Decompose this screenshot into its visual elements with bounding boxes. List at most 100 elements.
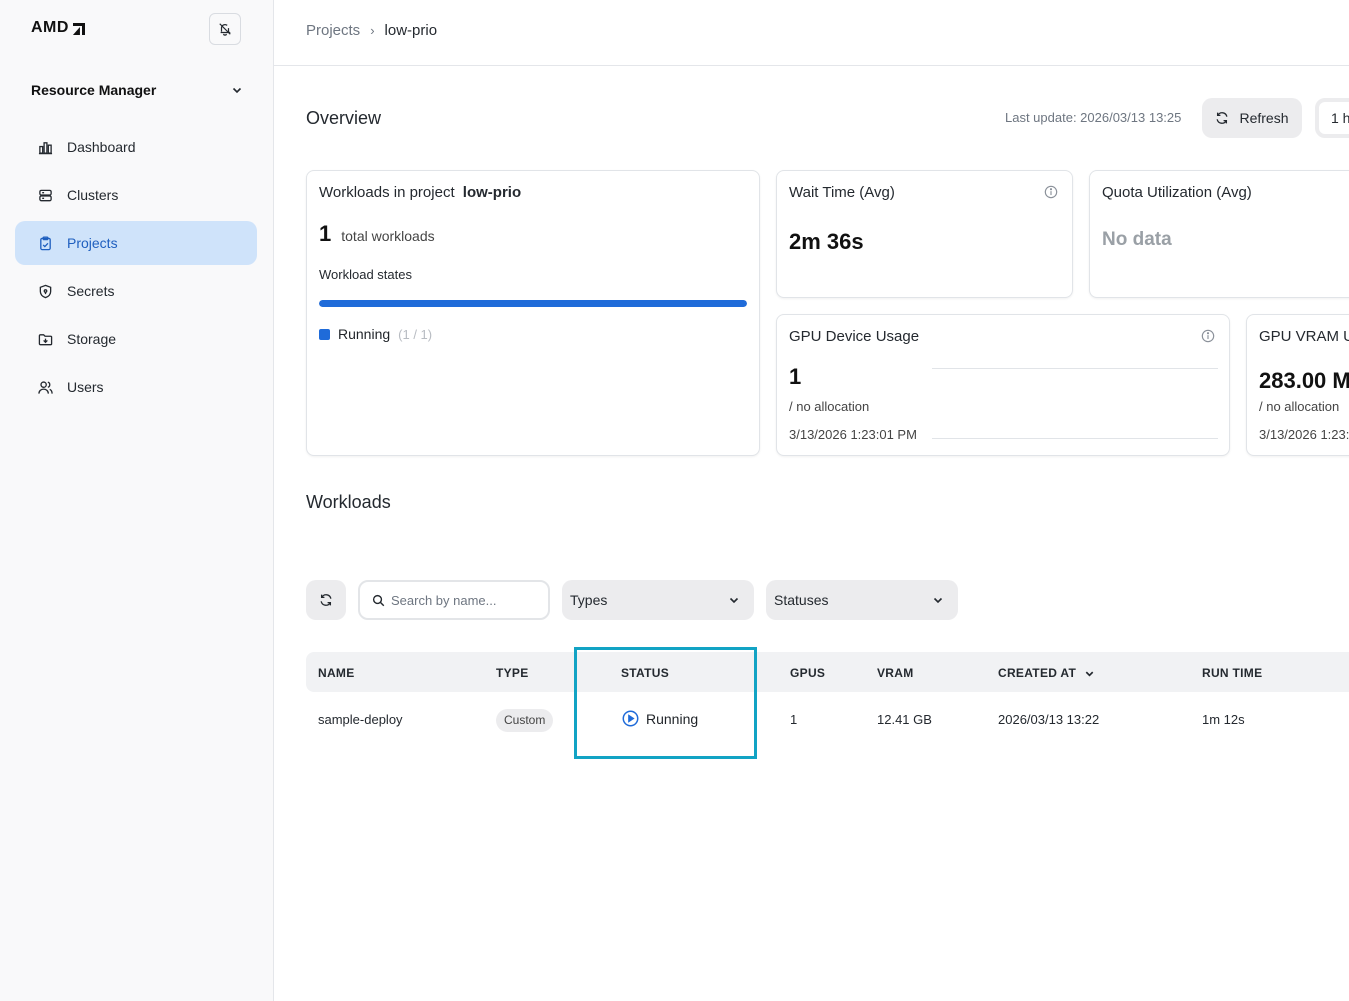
users-icon	[37, 379, 53, 395]
folder-icon	[37, 331, 53, 347]
wait-time-title: Wait Time (Avg)	[789, 184, 895, 201]
sidebar-item-label: Dashboard	[67, 139, 136, 155]
refresh-icon	[1215, 111, 1229, 125]
column-header-type[interactable]: TYPE	[496, 666, 529, 680]
cell-created-at: 2026/03/13 13:22	[998, 712, 1100, 727]
gpu-usage-allocation: / no allocation	[789, 399, 870, 414]
column-header-created-at[interactable]: CREATED AT	[998, 666, 1095, 680]
refresh-button[interactable]: Refresh	[1202, 98, 1302, 138]
resource-manager-title: Resource Manager	[31, 82, 157, 98]
total-workloads: 1 total workloads	[319, 221, 435, 247]
search-icon	[372, 594, 385, 606]
types-select[interactable]: Types	[562, 580, 754, 620]
sidebar-item-label: Users	[67, 379, 104, 395]
types-select-label: Types	[570, 592, 608, 608]
chevron-down-icon	[232, 87, 242, 94]
sidebar: AMD Resource Manager Dashboard Clusters …	[0, 0, 274, 1001]
amd-arrow-icon	[71, 21, 85, 35]
sidebar-item-label: Projects	[67, 235, 118, 251]
resource-manager-toggle[interactable]: Resource Manager	[31, 80, 243, 100]
total-workloads-value: 1	[319, 221, 332, 246]
quota-utilization-card: Quota Utilization (Avg) No data	[1089, 170, 1349, 298]
sort-chevron-down-icon	[1085, 671, 1094, 677]
search-input[interactable]	[391, 592, 541, 608]
gpu-usage-timestamp: 3/13/2026 1:23:01 PM	[789, 427, 917, 442]
sidebar-item-projects[interactable]: Projects	[15, 221, 257, 265]
column-header-gpus[interactable]: GPUS	[790, 666, 825, 680]
status-highlight-box	[574, 647, 757, 759]
refresh-icon	[320, 594, 332, 606]
info-icon[interactable]	[1044, 185, 1058, 202]
gpu-usage-value: 1	[789, 364, 802, 389]
workloads-summary-card: Workloads in project low-prio 1 total wo…	[306, 170, 760, 456]
workloads-card-project-name: low-prio	[462, 184, 522, 201]
refresh-label: Refresh	[1239, 110, 1289, 126]
breadcrumb: Projects › low-prio	[306, 22, 437, 39]
shield-icon	[37, 283, 53, 299]
breadcrumb-current: low-prio	[384, 22, 438, 39]
statuses-select-label: Statuses	[774, 592, 829, 608]
search-field	[358, 580, 550, 620]
column-header-vram[interactable]: VRAM	[877, 666, 914, 680]
chevron-down-icon	[729, 597, 739, 604]
chevron-down-icon	[933, 597, 943, 604]
workloads-card-title: Workloads in project low-prio	[319, 184, 521, 201]
gpu-vram-title: GPU VRAM U	[1259, 328, 1349, 345]
sidebar-nav: Dashboard Clusters Projects Secrets Stor…	[15, 125, 257, 413]
workloads-table-header	[306, 652, 1349, 692]
cell-name[interactable]: sample-deploy	[318, 712, 403, 727]
gpu-vram-allocation: / no allocation	[1259, 399, 1340, 414]
running-swatch	[319, 328, 330, 340]
column-header-name[interactable]: NAME	[318, 666, 355, 680]
breadcrumb-projects-link[interactable]: Projects	[306, 22, 360, 39]
top-bar: Projects › low-prio	[274, 0, 1349, 66]
sidebar-item-label: Secrets	[67, 283, 115, 299]
legend-running-count: (1 / 1)	[398, 326, 433, 342]
bell-off-icon	[219, 23, 231, 36]
workloads-refresh-button[interactable]	[306, 580, 346, 620]
cell-gpus: 1	[790, 712, 798, 727]
workload-states-legend: Running (1 / 1)	[319, 326, 432, 342]
gpu-vram-value: 283.00 M	[1259, 368, 1349, 393]
clipboard-icon	[37, 235, 53, 251]
logo-text: AMD	[31, 19, 69, 36]
cell-run-time: 1m 12s	[1202, 712, 1245, 727]
bell-off-button[interactable]	[209, 13, 241, 45]
legend-running-label: Running	[338, 326, 391, 342]
quota-value: No data	[1102, 229, 1172, 250]
gpu-vram-timestamp: 3/13/2026 1:23:0	[1259, 427, 1349, 442]
type-badge: Custom	[496, 709, 554, 732]
cell-vram: 12.41 GB	[877, 712, 932, 727]
column-header-created-at-label: CREATED AT	[998, 666, 1077, 680]
sidebar-item-storage[interactable]: Storage	[15, 317, 257, 361]
total-workloads-label: total workloads	[341, 228, 435, 244]
time-range-select[interactable]: 1 h	[1315, 98, 1349, 138]
chevron-right-icon: ›	[370, 23, 375, 38]
gpu-vram-usage-card: GPU VRAM U 283.00 M / no allocation 3/13…	[1246, 314, 1349, 456]
wait-time-card: Wait Time (Avg) 2m 36s	[776, 170, 1073, 298]
workloads-title: Workloads	[306, 492, 391, 512]
sidebar-item-dashboard[interactable]: Dashboard	[15, 125, 257, 169]
sidebar-item-label: Clusters	[67, 187, 119, 203]
info-icon[interactable]	[1201, 329, 1215, 346]
gpu-usage-title: GPU Device Usage	[789, 328, 920, 345]
statuses-select[interactable]: Statuses	[766, 580, 958, 620]
sidebar-item-users[interactable]: Users	[15, 365, 257, 409]
running-bar-fill	[319, 300, 747, 307]
workload-states-label: Workload states	[319, 267, 412, 282]
column-header-run-time[interactable]: RUN TIME	[1202, 666, 1262, 680]
overview-title: Overview	[306, 108, 382, 128]
sidebar-item-secrets[interactable]: Secrets	[15, 269, 257, 313]
wait-time-value: 2m 36s	[789, 229, 864, 254]
workloads-card-title-prefix: Workloads in project	[319, 184, 455, 201]
gpu-device-usage-card: GPU Device Usage 1 / no allocation 3/13/…	[776, 314, 1230, 456]
amd-logo[interactable]: AMD	[31, 19, 85, 37]
quota-title: Quota Utilization (Avg)	[1102, 184, 1252, 201]
last-update-text: Last update: 2026/03/13 13:25	[1005, 110, 1182, 125]
gpu-usage-sparkline	[932, 368, 1218, 439]
sidebar-item-label: Storage	[67, 331, 117, 347]
sidebar-item-clusters[interactable]: Clusters	[15, 173, 257, 217]
server-icon	[37, 187, 53, 203]
bar-chart-icon	[37, 139, 53, 155]
workload-states-bar	[319, 300, 747, 307]
